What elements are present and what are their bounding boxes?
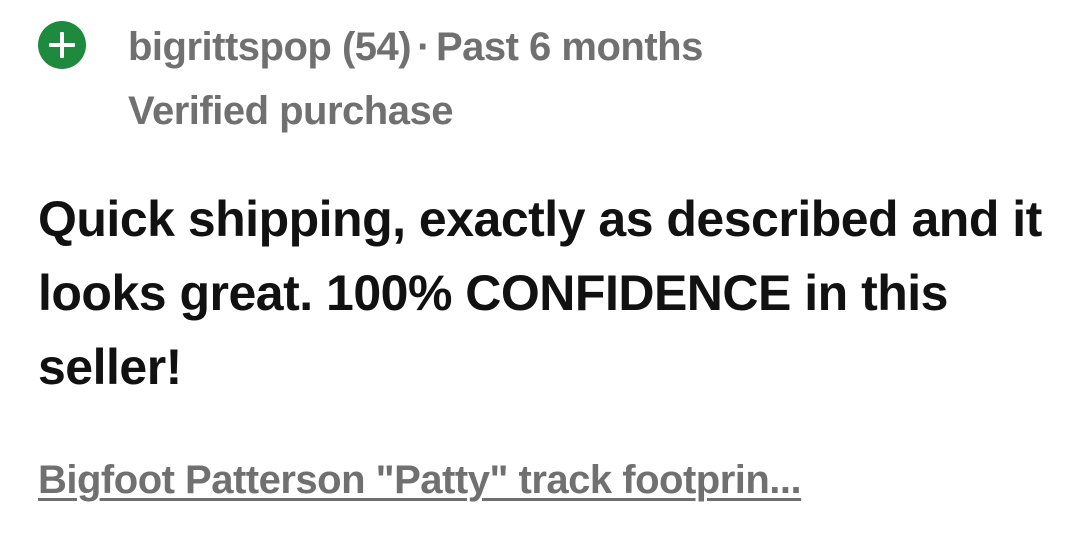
item-title-link[interactable]: Bigfoot Patterson "Patty" track footprin… [38,452,802,508]
reviewer-username: bigrittspop [128,24,332,69]
meta-separator: · [417,24,430,69]
reviewer-feedback-score: (54) [341,24,412,69]
positive-rating-icon [37,20,87,70]
review-meta: bigrittspop (54) · Past 6 months [128,20,703,74]
feedback-review: bigrittspop (54) · Past 6 months Verifie… [0,0,1080,537]
verified-purchase-label: Verified purchase [128,89,453,133]
review-time: Past 6 months [435,24,703,69]
review-comment: Quick shipping, exactly as described and… [38,191,1042,395]
